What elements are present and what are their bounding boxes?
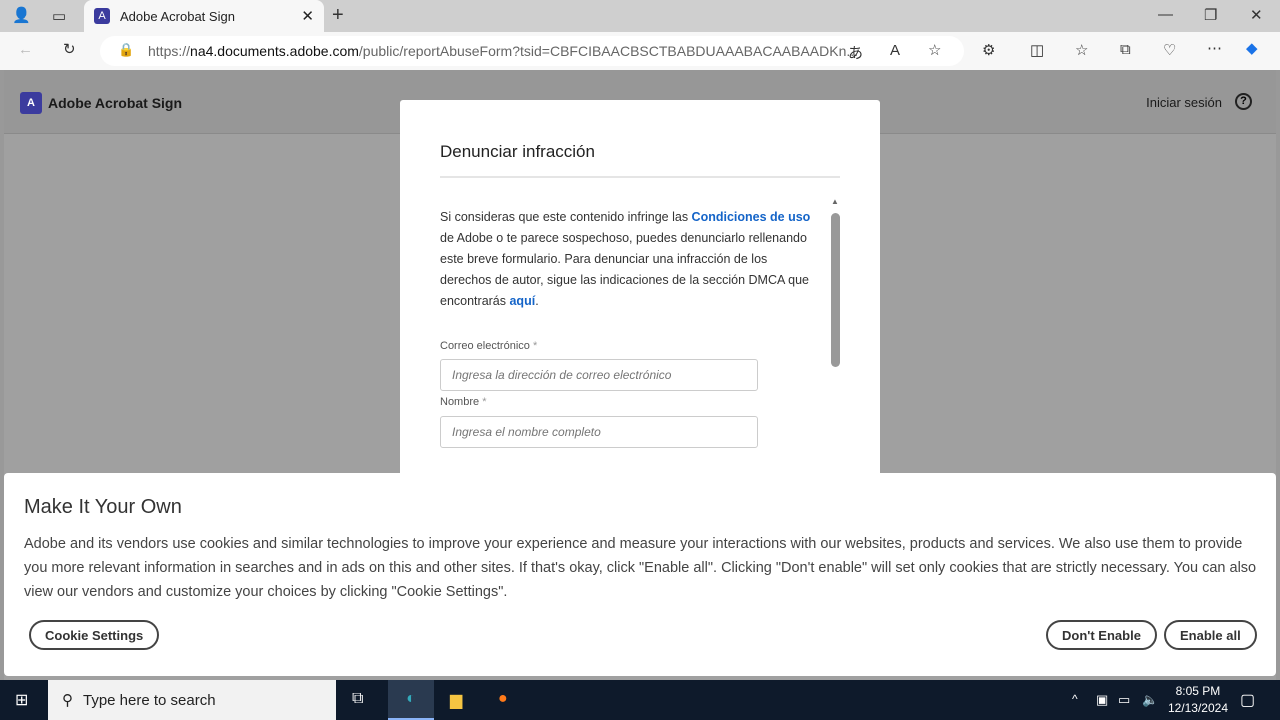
close-tab-icon[interactable]: ✕ [301, 7, 314, 25]
split-screen-icon[interactable]: ◫ [1030, 41, 1044, 59]
acrobat-icon: A [20, 92, 42, 114]
divider [440, 176, 840, 178]
search-icon: ⚲ [62, 692, 73, 709]
extensions-icon[interactable]: ⚙ [982, 41, 995, 59]
meet-icon[interactable]: ▣ [1096, 692, 1108, 708]
refresh-icon[interactable]: ↻ [63, 40, 76, 58]
file-explorer-icon[interactable]: ▆ [450, 690, 462, 710]
date: 12/13/2024 [1167, 701, 1228, 715]
url-path: /public/reportAbuseForm?tsid=CBFCIBAACBS… [358, 43, 859, 59]
tab-actions-icon[interactable]: ▭ [52, 7, 66, 25]
profile-icon[interactable]: 👤 [12, 6, 31, 24]
dialog-description: Si consideras que este contenido infring… [440, 207, 822, 312]
name-label: Nombre * [440, 396, 486, 408]
signin-link[interactable]: Iniciar sesión [1146, 95, 1222, 110]
text: . [535, 294, 539, 308]
lock-icon[interactable]: 🔒 [118, 42, 134, 58]
dont-enable-button[interactable]: Don't Enable [1046, 620, 1157, 650]
text: Si consideras que este contenido infring… [440, 210, 692, 224]
url-prefix: https:// [148, 43, 191, 59]
dialog-title: Denunciar infracción [440, 142, 595, 161]
restore-icon[interactable]: ❐ [1204, 6, 1217, 24]
report-abuse-dialog: Denunciar infracción Si consideras que e… [400, 100, 880, 480]
cookie-banner: Make It Your Own Adobe and its vendors u… [4, 473, 1276, 676]
url-host: na4.documents.adobe.com [190, 43, 359, 59]
email-field[interactable] [440, 359, 758, 391]
translate-icon[interactable]: あ [848, 42, 863, 63]
close-window-icon[interactable]: ✕ [1250, 6, 1263, 24]
back-icon[interactable]: ← [18, 41, 33, 58]
label-text: Correo electrónico [440, 340, 530, 352]
enable-all-button[interactable]: Enable all [1164, 620, 1257, 650]
notifications-icon[interactable]: ▢ [1240, 690, 1255, 710]
tray-chevron-icon[interactable]: ^ [1072, 692, 1078, 706]
search-placeholder: Type here to search [83, 691, 216, 709]
dmca-link[interactable]: aquí [509, 294, 535, 308]
browser-essentials-icon[interactable]: ♡ [1163, 41, 1176, 59]
cookie-settings-button[interactable]: Cookie Settings [29, 620, 160, 650]
brand-logo[interactable]: A Adobe Acrobat Sign [20, 92, 182, 114]
favorites-icon[interactable]: ☆ [1075, 41, 1088, 59]
email-label: Correo electrónico * [440, 340, 537, 352]
address-bar-row: ← ↻ 🔒 https://na4.documents.adobe.com/pu… [0, 32, 1280, 70]
collections-icon[interactable]: ⧉ [1120, 41, 1131, 58]
network-icon[interactable]: ▭ [1118, 692, 1130, 708]
task-view-icon[interactable]: ⧉ [352, 690, 363, 708]
adobe-icon: A [94, 8, 110, 24]
required-mark: * [482, 396, 487, 408]
name-field[interactable] [440, 416, 758, 448]
taskbar: ⊞ ⚲ Type here to search ⧉ ◐ ▆ ● ^ ▣ ▭ 🔈 8… [0, 680, 1280, 720]
copilot-icon[interactable]: ◆ [1246, 39, 1258, 57]
cookie-title: Make It Your Own [24, 496, 182, 518]
tab-strip: 👤 ▭ A Adobe Acrobat Sign ✕ + — ❐ ✕ [0, 0, 1280, 32]
tab-adobe-sign[interactable]: A Adobe Acrobat Sign ✕ [84, 0, 324, 32]
read-aloud-icon[interactable]: A [890, 42, 900, 59]
text: de Adobe o te parece sospechoso, puedes … [440, 231, 809, 308]
minimize-icon[interactable]: — [1158, 6, 1173, 23]
url-input[interactable]: 🔒 https://na4.documents.adobe.com/public… [100, 36, 964, 66]
favorite-star-icon[interactable]: ☆ [928, 41, 941, 59]
time: 8:05 PM [1175, 684, 1221, 698]
clock[interactable]: 8:05 PM 12/13/2024 [1168, 683, 1228, 717]
tab-title: Adobe Acrobat Sign [120, 8, 235, 24]
scroll-up-icon[interactable]: ▲ [831, 197, 839, 206]
windows-start-icon[interactable]: ⊞ [15, 690, 28, 710]
taskbar-search[interactable]: ⚲ Type here to search [48, 680, 336, 720]
more-icon[interactable]: ⋯ [1207, 39, 1222, 57]
required-mark: * [532, 340, 538, 352]
label-text: Nombre [440, 396, 480, 408]
scrollbar[interactable] [831, 213, 840, 367]
cookie-text: Adobe and its vendors use cookies and si… [24, 536, 1257, 600]
help-icon[interactable]: ? [1235, 93, 1252, 110]
firefox-icon[interactable]: ● [498, 690, 508, 708]
new-tab-icon[interactable]: + [332, 4, 344, 27]
volume-icon[interactable]: 🔈 [1142, 692, 1158, 708]
brand-name: Adobe Acrobat Sign [48, 95, 183, 111]
terms-link[interactable]: Condiciones de uso [692, 210, 811, 224]
edge-icon[interactable]: ◐ [388, 680, 434, 720]
